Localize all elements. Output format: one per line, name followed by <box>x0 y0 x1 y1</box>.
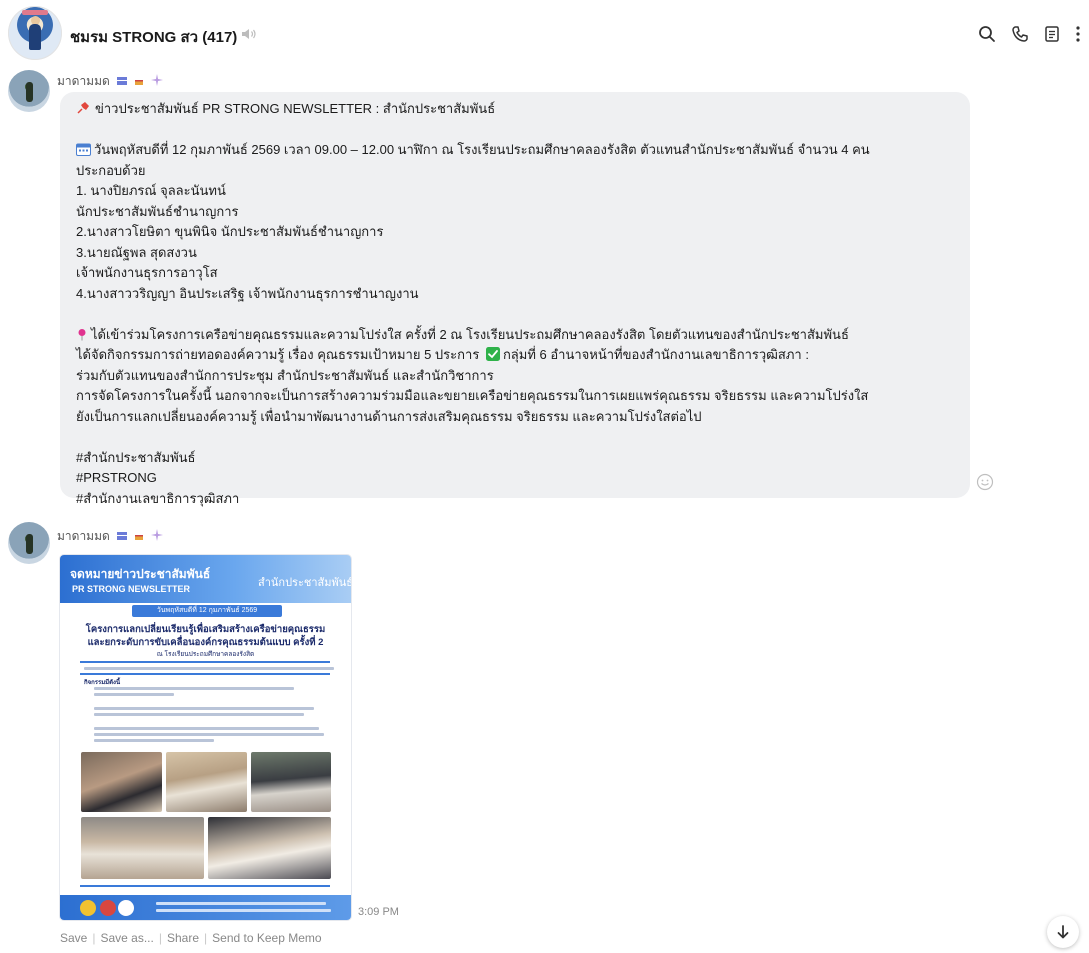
activity-photo <box>166 752 247 812</box>
save-as-button[interactable]: Save as... <box>100 931 153 945</box>
message-timestamp: 3:09 PM <box>358 906 399 918</box>
sender-avatar[interactable] <box>8 70 50 112</box>
activity-photo <box>81 752 162 812</box>
poster-text-line <box>94 739 214 742</box>
cake-icon <box>135 535 144 540</box>
map-pin-icon <box>78 328 86 340</box>
message-line: การจัดโครงการในครั้งนี้ นอกจากจะเป็นการส… <box>76 388 869 403</box>
message-line: ยังเป็นการแลกเปลี่ยนองค์ความรู้ เพื่อนำม… <box>76 408 702 424</box>
poster-text-line <box>94 713 304 716</box>
message-line: 1. นางปิยภรณ์ จุลละนันทน์ <box>76 183 226 198</box>
notes-icon[interactable] <box>1042 24 1062 44</box>
send-to-keep-memo-button[interactable]: Send to Keep Memo <box>212 931 321 945</box>
poster-rule <box>80 661 330 663</box>
poster-rule <box>80 673 330 675</box>
sender-name[interactable]: มาดามมด <box>57 527 163 546</box>
poster-text-line <box>94 727 319 730</box>
poster-text-line <box>94 733 324 736</box>
calendar-icon <box>76 143 91 156</box>
activity-photo <box>208 817 331 879</box>
message-line: เจ้าพนักงานธุรการอาวุโส <box>76 265 218 280</box>
message-text: ข่าวประชาสัมพันธ์ PR STRONG NEWSLETTER :… <box>76 99 956 509</box>
message-line: ประกอบด้วย <box>76 162 146 178</box>
hashtag[interactable]: #สำนักประชาสัมพันธ์ <box>76 448 956 469</box>
poster-subtitle: PR STRONG NEWSLETTER <box>72 584 191 594</box>
hashtag[interactable]: #PRSTRONG <box>76 468 956 489</box>
muted-speaker-icon <box>242 29 256 39</box>
pin-icon <box>77 102 89 114</box>
newsletter-image[interactable]: จดหมายข่าวประชาสัมพันธ์ PR STRONG NEWSLE… <box>60 555 351 920</box>
sender-avatar[interactable] <box>8 522 50 564</box>
sender-name[interactable]: มาดามมด <box>57 72 163 91</box>
more-icon[interactable] <box>1068 24 1088 44</box>
poster-date: วันพฤหัสบดีที่ 12 กุมภาพันธ์ 2569 <box>132 605 282 617</box>
save-button[interactable]: Save <box>60 931 87 945</box>
reaction-smile-icon[interactable] <box>976 473 994 491</box>
poster-location: ณ โรงเรียนประถมศึกษาคลองรังสิต <box>156 651 255 658</box>
activity-photo <box>251 752 331 812</box>
sparkle-icon <box>150 529 163 541</box>
group-avatar[interactable] <box>8 6 62 60</box>
message-line: ข่าวประชาสัมพันธ์ PR STRONG NEWSLETTER :… <box>76 99 956 120</box>
poster-text-line <box>94 687 294 690</box>
activity-photo <box>81 817 204 879</box>
poster-activities-label: กิจกรรมมีดังนี้ <box>84 680 121 686</box>
poster-footer-text <box>156 909 331 912</box>
poster-headline: และยกระดับการขับเคลื่อนองค์กรคุณธรรมต้นแ… <box>87 637 324 648</box>
poster-text-line <box>94 707 314 710</box>
book-icon <box>117 532 128 540</box>
poster-footer-text <box>156 902 326 905</box>
phone-icon[interactable] <box>1010 24 1030 44</box>
poster-org: สำนักประชาสัมพันธ์ <box>258 577 351 589</box>
senate-logo-icon <box>80 900 96 916</box>
cake-icon <box>135 80 144 85</box>
poster-title: จดหมายข่าวประชาสัมพันธ์ <box>70 567 211 581</box>
org-logo-icon <box>100 900 116 916</box>
message-line: วันพฤหัสบดีที่ 12 กุมภาพันธ์ 2569 เวลา 0… <box>76 140 956 161</box>
message-line: ได้เข้าร่วมโครงการเครือข่ายคุณธรรมและควา… <box>76 325 956 346</box>
share-button[interactable]: Share <box>167 931 199 945</box>
message-line: 3.นายณัฐพล สุดสงวน <box>76 244 197 260</box>
book-icon <box>117 77 128 85</box>
message-line: 4.นางสาววริญญา อินประเสริฐ เจ้าพนักงานธุ… <box>76 285 419 301</box>
hashtag[interactable]: #สำนักงานเลขาธิการวุฒิสภา <box>76 489 956 510</box>
poster-rule <box>80 885 330 887</box>
message-line: 2.นางสาวโยษิตา ขุนพินิจ นักประชาสัมพันธ์… <box>76 224 384 239</box>
poster-text-line <box>94 693 174 696</box>
chat-header: ชมรม STRONG สว (417) <box>0 0 1089 70</box>
image-actions: Save | Save as... | Share | Send to Keep Memo <box>60 931 322 945</box>
sparkle-icon <box>150 74 163 86</box>
poster-text-line <box>84 667 334 670</box>
message-line: นักประชาสัมพันธ์ชำนาญการ <box>76 203 239 219</box>
check-box-icon <box>485 347 500 361</box>
scroll-to-bottom-button[interactable] <box>1047 916 1079 948</box>
search-icon[interactable] <box>977 24 997 44</box>
message-line: ร่วมกับตัวแทนของสำนักการประชุม สำนักประช… <box>76 367 494 383</box>
strong-logo-icon <box>118 900 134 916</box>
message-line: ได้จัดกิจกรรมการถ่ายทอดองค์ความรู้ เรื่อ… <box>76 347 809 362</box>
arrow-down-icon <box>1057 925 1069 939</box>
group-title[interactable]: ชมรม STRONG สว (417) <box>70 25 237 49</box>
